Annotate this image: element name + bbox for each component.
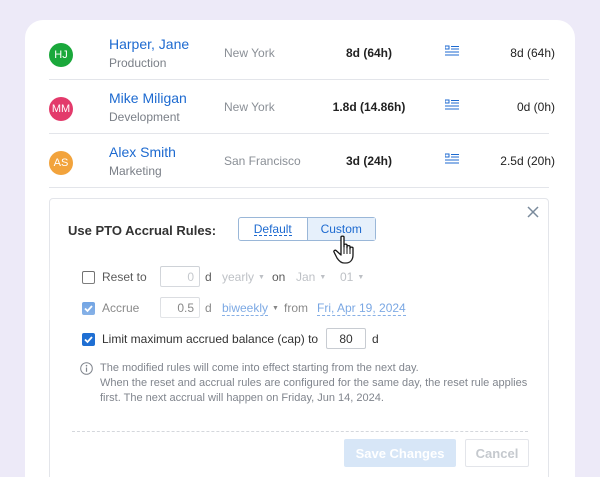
accrue-value-input[interactable]	[160, 297, 200, 318]
accrual-rules-panel: Use PTO Accrual Rules: Default Custom Re…	[49, 198, 549, 477]
cap-value-input[interactable]	[326, 328, 366, 349]
reset-day-value: 01	[340, 270, 354, 284]
reset-unit: d	[205, 270, 212, 284]
reset-day-dropdown[interactable]: 01 ▼	[340, 270, 364, 284]
employee-balance: 1.8d (14.86h)	[332, 100, 406, 114]
employee-row: AS Alex Smith Marketing San Francisco 3d…	[49, 134, 555, 188]
close-icon[interactable]	[526, 205, 540, 219]
default-mode-label: Default	[253, 221, 292, 236]
employee-location: New York	[224, 46, 275, 60]
chevron-down-icon: ▼	[258, 273, 265, 281]
accrue-frequency-dropdown[interactable]: biweekly ▼	[222, 301, 279, 316]
reset-month-dropdown[interactable]: Jan ▼	[296, 270, 326, 284]
employee-department: Development	[109, 110, 180, 124]
employee-department: Marketing	[109, 164, 162, 178]
info-text: The modified rules will come into effect…	[100, 361, 530, 406]
rules-title: Use PTO Accrual Rules:	[68, 223, 217, 238]
employee-card: HJ Harper, Jane Production New York 8d (…	[25, 20, 575, 477]
employee-balance: 3d (24h)	[345, 154, 392, 168]
accrue-from-date-picker[interactable]: Fri, Apr 19, 2024	[317, 301, 406, 316]
cap-unit: d	[372, 332, 379, 346]
accrue-label: Accrue	[102, 301, 140, 315]
reset-frequency-value: yearly	[222, 270, 255, 284]
employee-balance: 8d (64h)	[345, 46, 392, 60]
avatar: HJ	[49, 43, 73, 67]
employee-row: MM Mike Miligan Development New York 1.8…	[49, 80, 555, 134]
chevron-down-icon: ▼	[319, 273, 327, 281]
employee-location: New York	[224, 100, 275, 114]
chevron-down-icon: ▼	[357, 273, 365, 281]
employee-name-link[interactable]: Alex Smith	[109, 144, 176, 160]
chevron-down-icon: ▼	[272, 305, 279, 312]
reset-value-input[interactable]	[160, 266, 200, 287]
employee-name-link[interactable]: Mike Miligan	[109, 90, 187, 106]
employee-total: 2.5d (20h)	[500, 154, 555, 168]
employee-location: San Francisco	[224, 154, 301, 168]
details-icon[interactable]	[444, 44, 459, 62]
cancel-button[interactable]: Cancel	[465, 439, 529, 467]
reset-checkbox[interactable]	[82, 271, 95, 284]
avatar: AS	[49, 151, 73, 175]
reset-on-label: on	[272, 270, 286, 284]
employee-name-link[interactable]: Harper, Jane	[109, 36, 189, 52]
accrue-unit: d	[205, 301, 212, 315]
info-icon	[80, 362, 93, 380]
default-mode-button[interactable]: Default	[239, 218, 307, 240]
details-icon[interactable]	[444, 98, 459, 116]
employee-total: 0d (0h)	[516, 100, 555, 114]
info-line-2: When the reset and accrual rules are con…	[100, 377, 528, 404]
accrue-checkbox[interactable]	[82, 302, 95, 315]
employee-row: HJ Harper, Jane Production New York 8d (…	[49, 26, 555, 80]
cap-checkbox[interactable]	[82, 333, 95, 346]
hand-cursor-icon	[332, 235, 358, 270]
info-line-1: The modified rules will come into effect…	[100, 362, 419, 374]
details-icon[interactable]	[444, 152, 459, 170]
cap-label: Limit maximum accrued balance (cap) to	[102, 332, 319, 346]
reset-label: Reset to	[102, 270, 147, 284]
accrue-from-label: from	[284, 301, 308, 315]
employee-department: Production	[109, 56, 167, 70]
reset-frequency-dropdown[interactable]: yearly ▼	[222, 270, 265, 284]
save-changes-button[interactable]: Save Changes	[344, 439, 456, 467]
accrue-frequency-value: biweekly	[222, 301, 269, 316]
avatar: MM	[49, 97, 73, 121]
employee-total: 8d (64h)	[510, 46, 555, 60]
divider	[72, 431, 528, 432]
reset-month-value: Jan	[296, 270, 316, 284]
